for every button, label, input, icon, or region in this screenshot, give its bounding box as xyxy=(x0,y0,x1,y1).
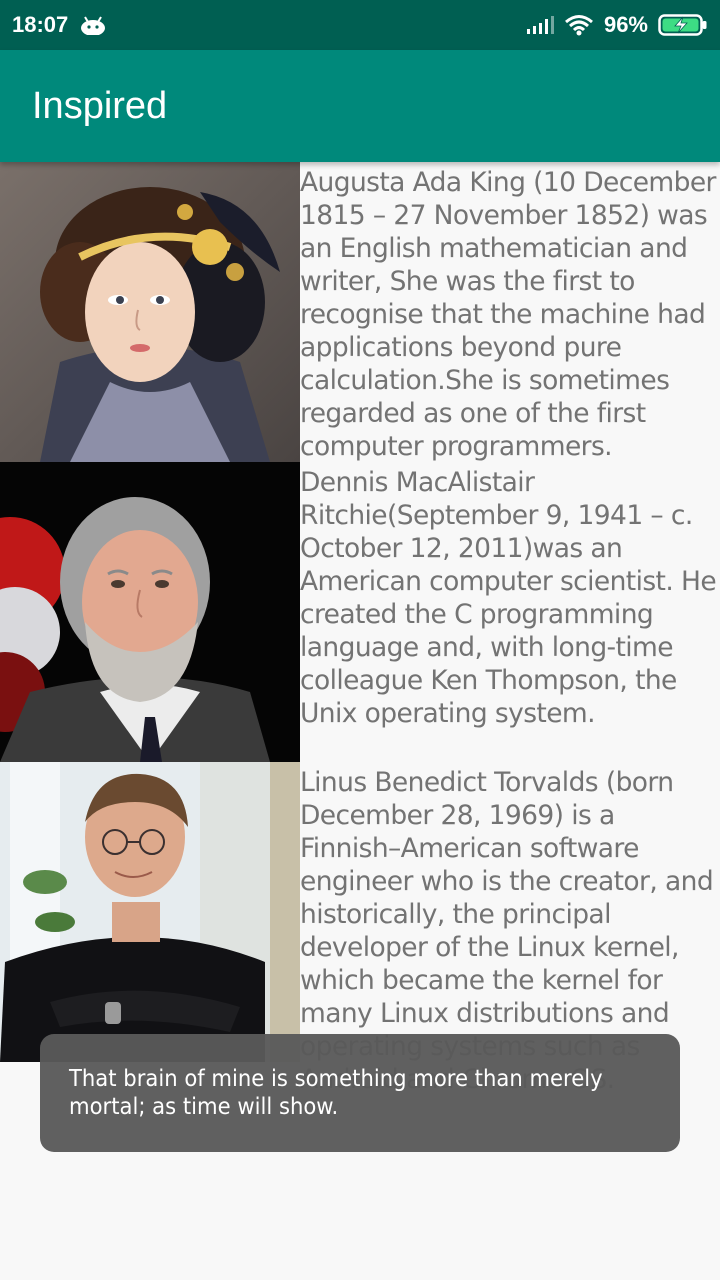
battery-charging-icon xyxy=(658,14,707,36)
status-right: 96% xyxy=(526,12,708,38)
app-title: Inspired xyxy=(32,84,168,127)
android-icon xyxy=(81,16,106,35)
battery-percent: 96% xyxy=(603,12,648,37)
list-item[interactable]: Augusta Ada King (10 December 1815 – 27 … xyxy=(0,162,720,462)
portrait-linus-torvalds xyxy=(0,762,300,1062)
app-bar: Inspired xyxy=(0,50,720,162)
toast-message: That brain of mine is something more tha… xyxy=(40,1034,680,1152)
dennis-ritchie-portrait-image xyxy=(0,462,300,762)
toast-text: That brain of mine is something more tha… xyxy=(69,1064,603,1120)
status-left: 18:07 xyxy=(12,12,106,38)
ada-lovelace-portrait-image xyxy=(0,162,300,462)
signal-icon xyxy=(526,16,554,34)
status-time: 18:07 xyxy=(12,12,69,37)
list-item[interactable]: Dennis MacAlistair Ritchie(September 9, … xyxy=(0,462,720,762)
linus-torvalds-portrait-image xyxy=(0,762,300,1062)
portrait-ada-lovelace xyxy=(0,162,300,462)
person-bio: Augusta Ada King (10 December 1815 – 27 … xyxy=(300,167,716,462)
list-item[interactable]: Linus Benedict Torvalds (born December 2… xyxy=(0,762,720,1095)
wifi-icon xyxy=(564,15,593,36)
status-bar: 18:07 96% xyxy=(0,0,720,50)
portrait-dennis-ritchie xyxy=(0,462,300,762)
people-list[interactable]: Augusta Ada King (10 December 1815 – 27 … xyxy=(0,162,720,1095)
person-bio: Dennis MacAlistair Ritchie(September 9, … xyxy=(300,467,717,729)
